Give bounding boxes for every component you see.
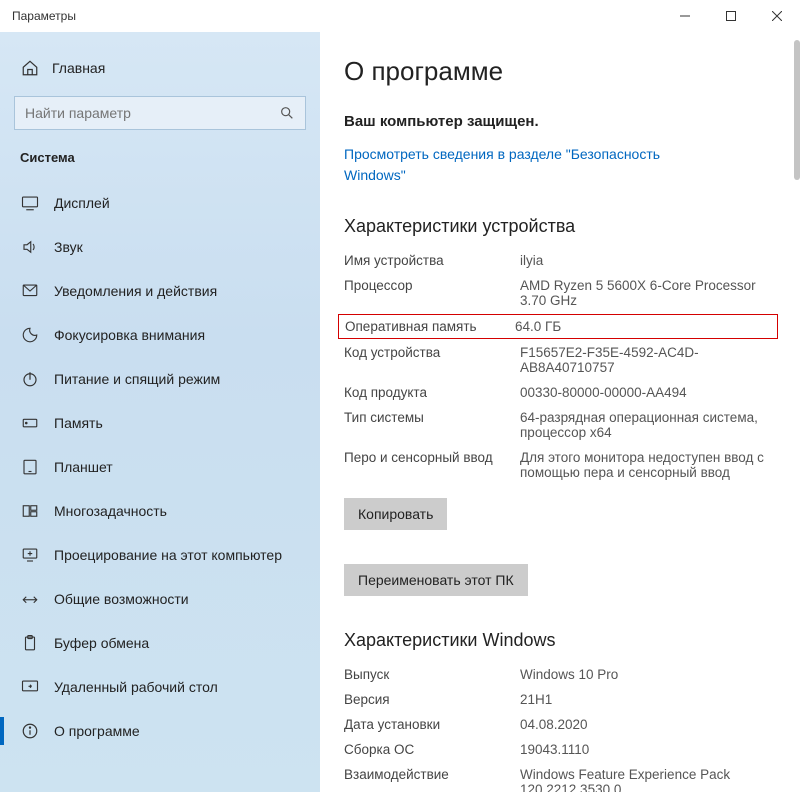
content-pane: О программе Ваш компьютер защищен. Просм…	[320, 32, 792, 792]
spec-label: Перо и сенсорный ввод	[344, 450, 514, 480]
sidebar-item-display[interactable]: Дисплей	[0, 181, 320, 225]
close-button[interactable]	[754, 0, 800, 32]
sidebar-item-shared-experiences[interactable]: Общие возможности	[0, 577, 320, 621]
sidebar-item-remote-desktop[interactable]: Удаленный рабочий стол	[0, 665, 320, 709]
sidebar-category-label: Система	[14, 144, 306, 181]
tablet-icon	[20, 458, 40, 476]
page-title: О программе	[344, 56, 772, 87]
sidebar-item-power[interactable]: Питание и спящий режим	[0, 357, 320, 401]
sidebar-home[interactable]: Главная	[14, 48, 306, 88]
scrollbar-track[interactable]	[792, 32, 800, 792]
spec-value-product-id: 00330-80000-00000-AA494	[520, 385, 772, 400]
sidebar-nav: Дисплей Звук Уведомления и действия Фоку…	[0, 181, 320, 753]
maximize-button[interactable]	[708, 0, 754, 32]
spec-label: Взаимодействие	[344, 767, 514, 792]
spec-label: Выпуск	[344, 667, 514, 682]
window-title: Параметры	[12, 9, 76, 23]
spec-value-install-date: 04.08.2020	[520, 717, 772, 732]
remote-desktop-icon	[20, 678, 40, 696]
spec-label: Дата установки	[344, 717, 514, 732]
rename-pc-button[interactable]: Переименовать этот ПК	[344, 564, 528, 596]
sidebar-item-storage[interactable]: Память	[0, 401, 320, 445]
spec-label: Имя устройства	[344, 253, 514, 268]
spec-value-experience: Windows Feature Experience Pack 120.2212…	[520, 767, 772, 792]
focus-assist-icon	[20, 326, 40, 344]
protected-label: Ваш компьютер защищен.	[344, 113, 772, 130]
window-controls	[662, 0, 800, 32]
sidebar-item-about[interactable]: О программе	[0, 709, 320, 753]
sidebar-item-multitasking[interactable]: Многозадачность	[0, 489, 320, 533]
sidebar-item-sound[interactable]: Звук	[0, 225, 320, 269]
power-icon	[20, 370, 40, 388]
home-icon	[20, 59, 40, 77]
spec-label: Процессор	[344, 278, 514, 308]
copy-button[interactable]: Копировать	[344, 498, 447, 530]
device-spec-table: Имя устройства ilyia Процессор AMD Ryzen…	[344, 253, 772, 480]
spec-value-system-type: 64-разрядная операционная система, проце…	[520, 410, 772, 440]
display-icon	[20, 194, 40, 212]
sidebar-item-projecting[interactable]: Проецирование на этот компьютер	[0, 533, 320, 577]
sidebar-item-label: Звук	[54, 239, 83, 255]
sidebar: Главная Система Дисплей Звук Уведомления…	[0, 32, 320, 792]
sidebar-item-label: Многозадачность	[54, 503, 167, 519]
security-link[interactable]: Просмотреть сведения в разделе "Безопасн…	[344, 144, 704, 186]
spec-value-os-build: 19043.1110	[520, 742, 772, 757]
clipboard-icon	[20, 634, 40, 652]
shared-icon	[20, 590, 40, 608]
sidebar-item-label: О программе	[54, 723, 140, 739]
sidebar-item-focus-assist[interactable]: Фокусировка внимания	[0, 313, 320, 357]
multitask-icon	[20, 502, 40, 520]
sidebar-item-tablet[interactable]: Планшет	[0, 445, 320, 489]
spec-label: Оперативная память	[345, 319, 515, 334]
spec-value-version: 21H1	[520, 692, 772, 707]
spec-label: Сборка ОС	[344, 742, 514, 757]
spec-value-processor: AMD Ryzen 5 5600X 6-Core Processor 3.70 …	[520, 278, 772, 308]
sidebar-item-label: Проецирование на этот компьютер	[54, 547, 282, 563]
sidebar-home-label: Главная	[52, 60, 105, 76]
spec-label: Код продукта	[344, 385, 514, 400]
spec-value-device-name: ilyia	[520, 253, 772, 268]
sidebar-item-label: Удаленный рабочий стол	[54, 679, 218, 695]
spec-value-ram: 64.0 ГБ	[515, 319, 771, 334]
sidebar-item-label: Уведомления и действия	[54, 283, 217, 299]
scrollbar-thumb[interactable]	[794, 40, 800, 180]
sound-icon	[20, 238, 40, 256]
spec-value-device-id: F15657E2-F35E-4592-AC4D-AB8A40710757	[520, 345, 772, 375]
spec-label: Тип системы	[344, 410, 514, 440]
device-spec-heading: Характеристики устройства	[344, 216, 772, 237]
sidebar-item-clipboard[interactable]: Буфер обмена	[0, 621, 320, 665]
sidebar-item-label: Общие возможности	[54, 591, 189, 607]
spec-value-edition: Windows 10 Pro	[520, 667, 772, 682]
minimize-button[interactable]	[662, 0, 708, 32]
spec-label: Версия	[344, 692, 514, 707]
sidebar-item-notifications[interactable]: Уведомления и действия	[0, 269, 320, 313]
sidebar-item-label: Буфер обмена	[54, 635, 149, 651]
highlighted-ram-row: Оперативная память 64.0 ГБ	[338, 314, 778, 339]
spec-value-pen-touch: Для этого монитора недоступен ввод с пом…	[520, 450, 772, 480]
search-icon	[279, 105, 295, 121]
storage-icon	[20, 414, 40, 432]
spec-label: Код устройства	[344, 345, 514, 375]
project-icon	[20, 546, 40, 564]
search-input[interactable]	[25, 105, 279, 121]
sidebar-item-label: Память	[54, 415, 103, 431]
sidebar-item-label: Фокусировка внимания	[54, 327, 205, 343]
notifications-icon	[20, 282, 40, 300]
sidebar-item-label: Планшет	[54, 459, 113, 475]
sidebar-item-label: Питание и спящий режим	[54, 371, 220, 387]
windows-spec-heading: Характеристики Windows	[344, 630, 772, 651]
windows-spec-table: Выпуск Windows 10 Pro Версия 21H1 Дата у…	[344, 667, 772, 792]
about-icon	[20, 722, 40, 740]
sidebar-item-label: Дисплей	[54, 195, 110, 211]
titlebar: Параметры	[0, 0, 800, 32]
search-box[interactable]	[14, 96, 306, 130]
